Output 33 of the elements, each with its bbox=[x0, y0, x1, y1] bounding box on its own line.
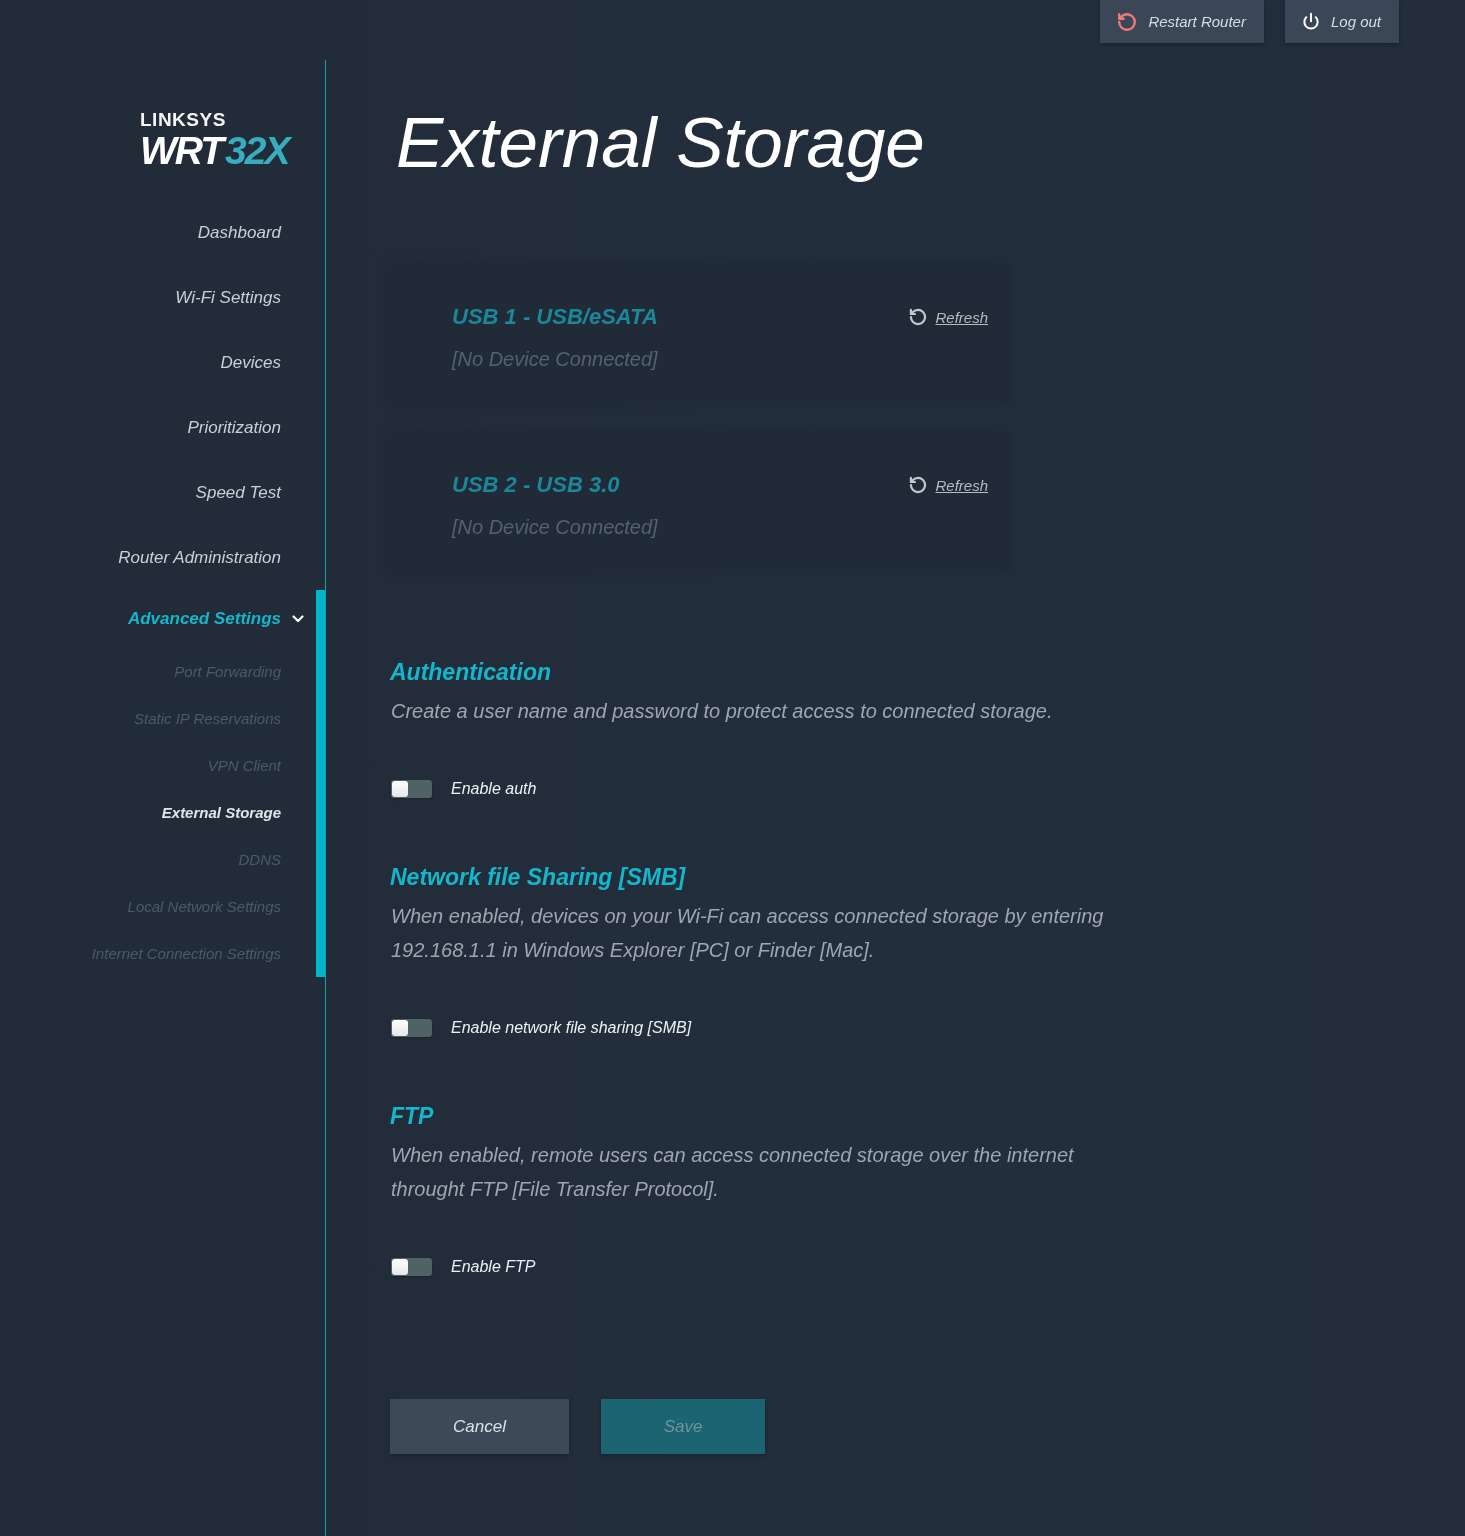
section-heading: FTP bbox=[390, 1102, 434, 1131]
section-description: When enabled, remote users can access connected storage over the internet throught FTP [File Transfer Protocol]. bbox=[391, 1143, 1075, 1202]
page-title: External Storage bbox=[396, 102, 925, 184]
power-icon bbox=[1300, 11, 1321, 32]
section-heading: Network file Sharing [SMB] bbox=[390, 863, 686, 892]
toggle-switch[interactable] bbox=[391, 780, 432, 798]
nav-link[interactable]: Speed Test bbox=[195, 481, 281, 504]
toggle-switch[interactable] bbox=[391, 1019, 432, 1037]
nav-link[interactable]: Devices bbox=[220, 351, 281, 374]
circular-arrow-icon bbox=[908, 307, 929, 327]
section-heading: Authentication bbox=[390, 658, 551, 687]
restart-button[interactable]: Restart Router bbox=[1100, 0, 1264, 43]
section-description: Create a user name and password to protect access to connected storage. bbox=[391, 699, 1053, 724]
logo-brand-text: LINKSYS bbox=[140, 109, 226, 131]
circular-arrow-icon bbox=[908, 475, 929, 495]
cancel-button[interactable]: Cancel bbox=[390, 1399, 569, 1454]
section-description: When enabled, devices on your Wi-Fi can access connected storage by entering 192.168.1.1 in Windows Explorer [PC] or Finder [Mac]. bbox=[391, 904, 1105, 963]
nav-link[interactable]: Wi-Fi Settings bbox=[175, 286, 281, 309]
nav-link[interactable]: Dashboard bbox=[197, 221, 281, 244]
nav-link[interactable]: Prioritization bbox=[187, 416, 281, 439]
port-title: USB 1 - USB/eSATA bbox=[452, 303, 658, 331]
circular-arrow-icon bbox=[1116, 10, 1139, 33]
logout-button[interactable]: Log out bbox=[1284, 0, 1399, 43]
refresh-link[interactable]: Refresh bbox=[908, 475, 988, 495]
port-title: USB 2 - USB 3.0 bbox=[452, 471, 620, 499]
toggle-label: Enable auth bbox=[451, 780, 537, 798]
toggle-label: Enable FTP bbox=[451, 1258, 536, 1276]
nav-link[interactable]: Router Administration bbox=[118, 546, 281, 569]
nav-sub-link[interactable]: External Storage bbox=[161, 802, 281, 823]
refresh-link[interactable]: Refresh bbox=[908, 307, 988, 327]
nav-group-link[interactable]: Advanced Settings bbox=[127, 608, 304, 630]
toggle-label: Enable network file sharing [SMB] bbox=[451, 1019, 692, 1037]
toggle-switch[interactable] bbox=[391, 1258, 432, 1276]
